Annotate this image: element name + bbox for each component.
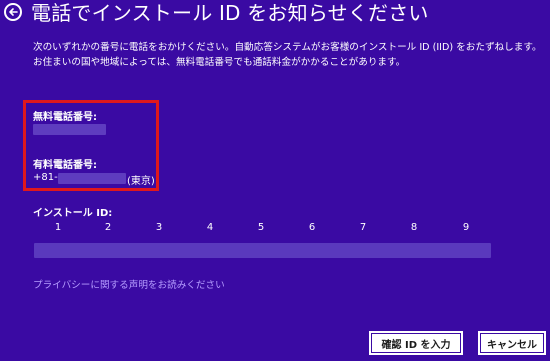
enter-confirmation-id-button[interactable]: 確認 ID を入力 xyxy=(369,331,463,355)
group-number: 8 xyxy=(410,222,418,233)
group-number: 4 xyxy=(206,222,214,233)
paid-phone-suffix: (東京) xyxy=(127,176,155,187)
install-id-value-redacted xyxy=(34,243,491,258)
group-number: 6 xyxy=(308,222,316,233)
group-number: 9 xyxy=(462,222,470,233)
install-id-group-numbers: 1 2 3 4 5 6 7 8 9 xyxy=(33,222,493,236)
description-line-1: 次のいずれかの番号に電話をおかけください。自動応答システムがお客様のインストール… xyxy=(33,42,542,53)
group-number: 5 xyxy=(257,222,265,233)
paid-phone-label: 有料電話番号: xyxy=(33,160,97,171)
back-button[interactable] xyxy=(4,3,22,21)
group-number: 7 xyxy=(359,222,367,233)
group-number: 3 xyxy=(155,222,163,233)
group-number: 2 xyxy=(104,222,112,233)
back-arrow-icon xyxy=(9,8,18,16)
free-phone-label: 無料電話番号: xyxy=(33,112,97,123)
paid-phone-prefix: +81- xyxy=(33,172,58,183)
description: 次のいずれかの番号に電話をおかけください。自動応答システムがお客様のインストール… xyxy=(33,40,545,70)
page-title: 電話でインストール ID をお知らせください xyxy=(31,1,429,25)
description-line-2: お住まいの国や地域によっては、無料電話番号でも通話料金がかかることがあります。 xyxy=(33,57,406,68)
group-number: 1 xyxy=(54,222,62,233)
cancel-button[interactable]: キャンセル xyxy=(478,331,546,355)
install-id-label: インストール ID: xyxy=(33,208,113,219)
privacy-statement-link[interactable]: プライバシーに関する声明をお読みください xyxy=(33,277,225,291)
paid-phone-number-redacted xyxy=(58,173,126,184)
free-phone-number-redacted xyxy=(33,124,106,135)
